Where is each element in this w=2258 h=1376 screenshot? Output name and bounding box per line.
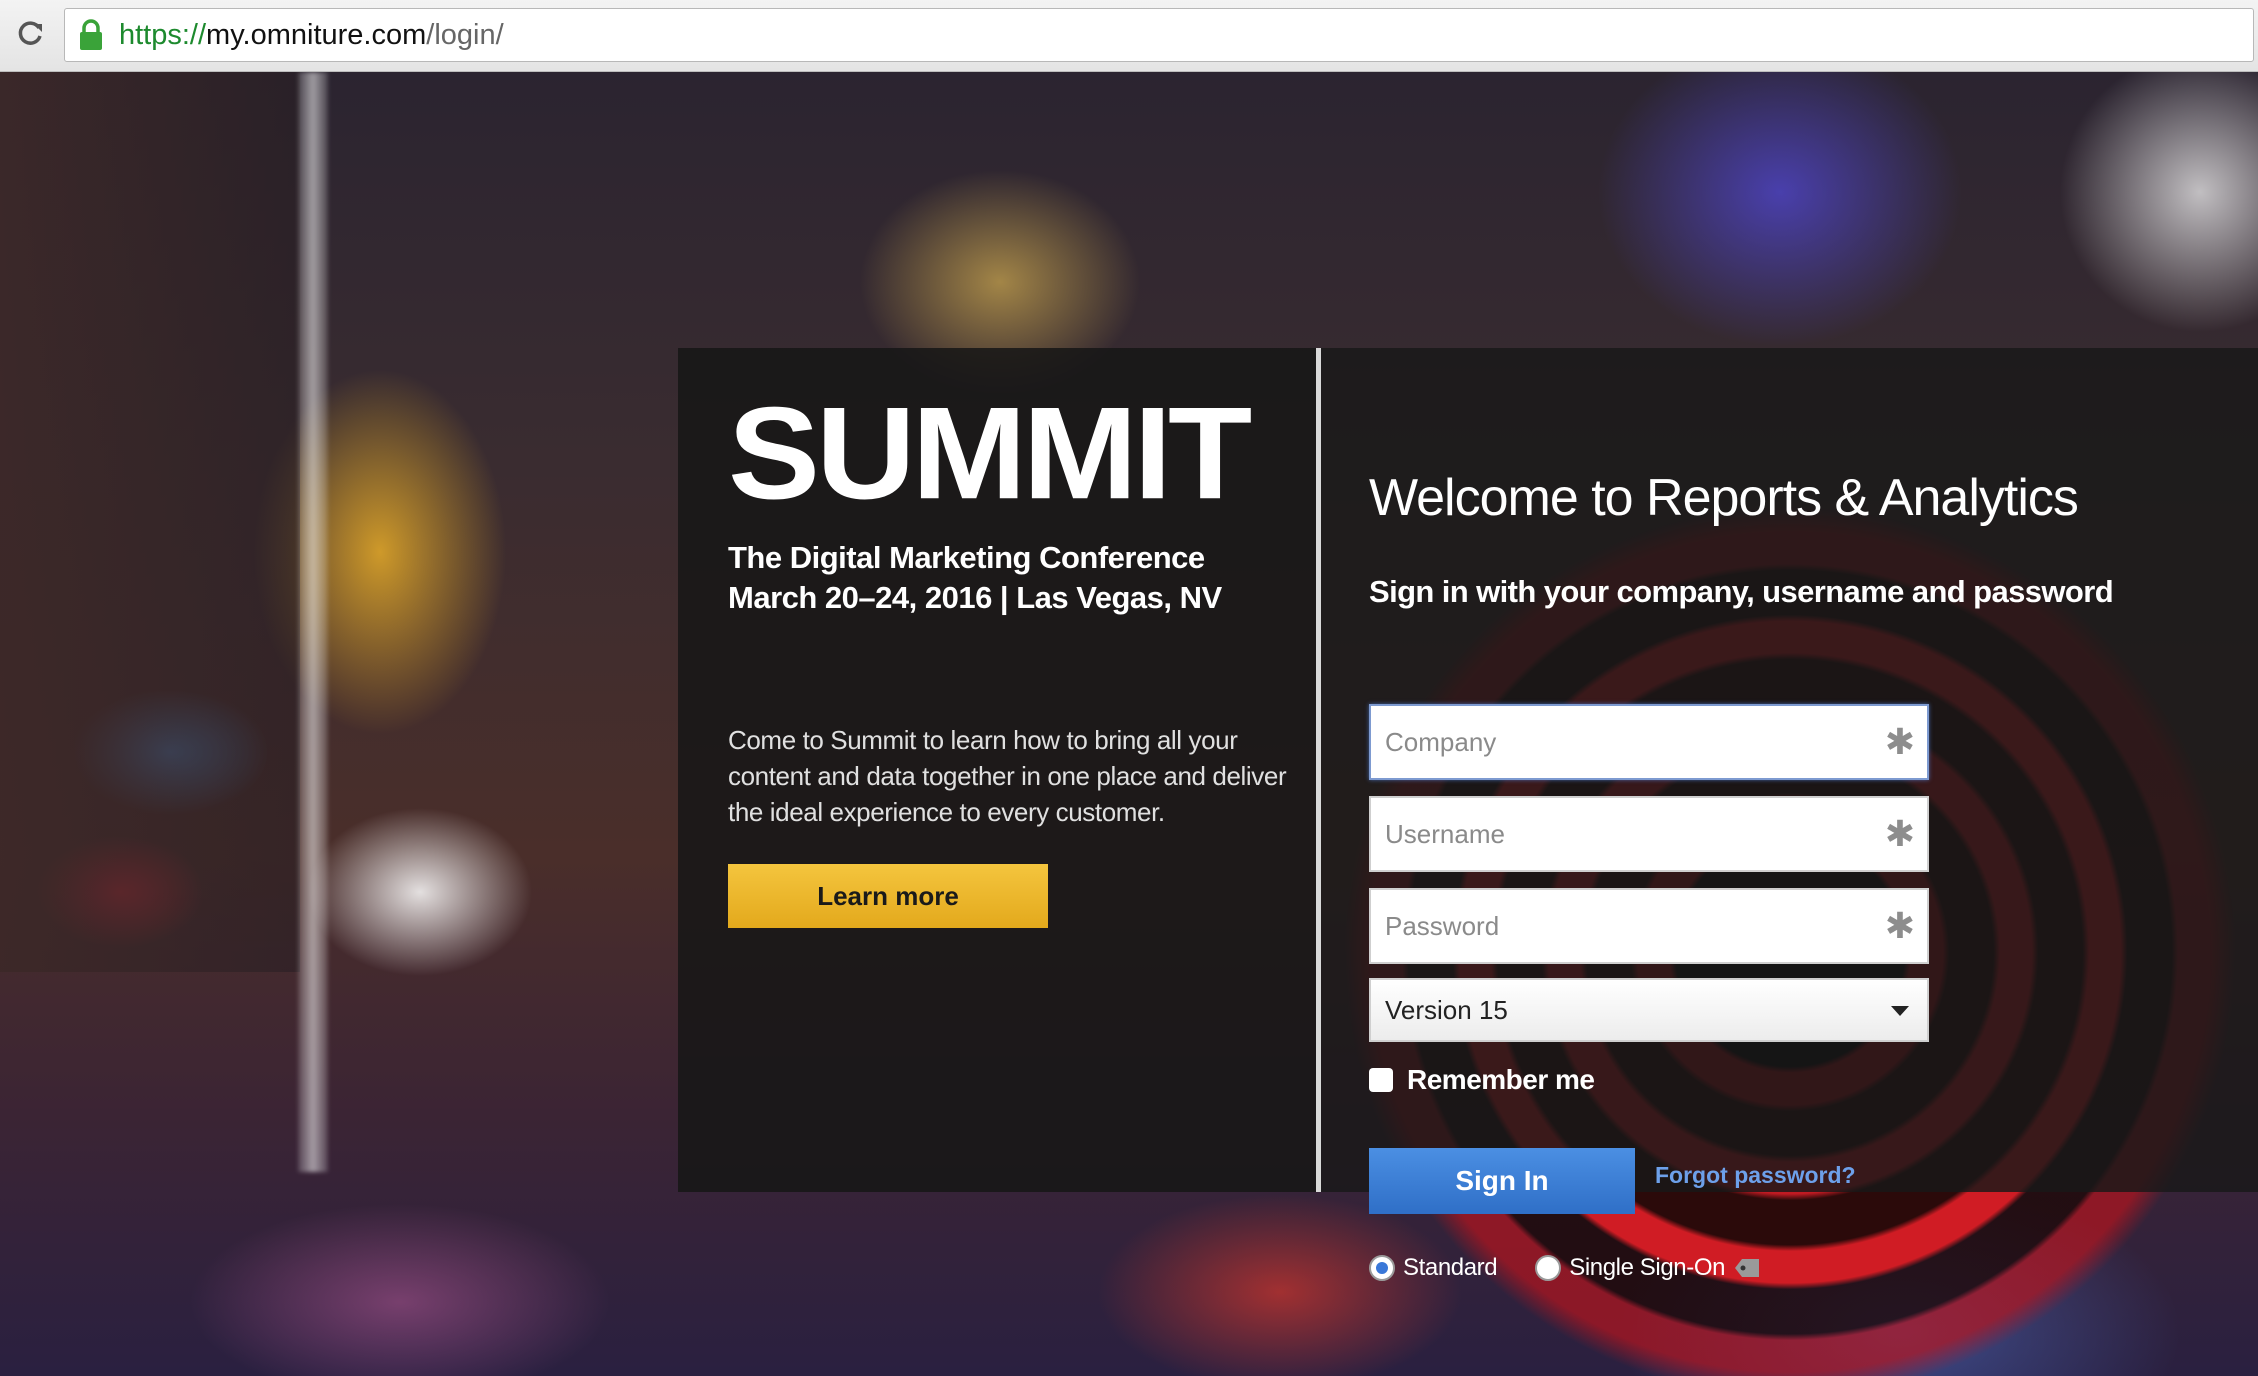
version-select[interactable]: Version 15 (1369, 978, 1929, 1042)
summit-logo: SUMMIT (728, 380, 1252, 527)
background-lamp-post (298, 72, 328, 1172)
conference-date-location: March 20–24, 2016 | Las Vegas, NV (728, 580, 1222, 615)
reload-icon[interactable] (10, 14, 50, 54)
radio-single-sign-on-label: Single Sign-On (1569, 1254, 1726, 1281)
background-building (0, 72, 300, 972)
password-input[interactable] (1371, 890, 1927, 962)
company-input[interactable] (1371, 706, 1927, 778)
conference-description: Come to Summit to learn how to bring all… (728, 725, 1287, 827)
signin-instructions: Sign in with your company, username and … (1369, 574, 2114, 609)
url-path: /login/ (426, 18, 504, 51)
required-asterisk-icon: ✱ (1884, 905, 1915, 946)
conference-name: The Digital Marketing Conference (728, 540, 1205, 575)
forgot-password-link[interactable]: Forgot password? (1655, 1162, 1856, 1189)
conference-info: The Digital Marketing Conference March 2… (728, 538, 1222, 618)
page-background: SUMMIT The Digital Marketing Conference … (0, 72, 2258, 1376)
remember-me-row: Remember me (1369, 1064, 1595, 1096)
radio-standard-label: Standard (1403, 1254, 1498, 1281)
chevron-down-icon (1891, 1006, 1909, 1016)
username-field[interactable]: ✱ (1369, 796, 1929, 872)
version-select-value: Version 15 (1385, 994, 1508, 1025)
summit-promo-panel: SUMMIT The Digital Marketing Conference … (678, 348, 1316, 1192)
radio-single-sign-on[interactable] (1535, 1255, 1562, 1281)
login-panel: Welcome to Reports & Analytics Sign in w… (1321, 348, 2258, 1281)
info-tag-icon[interactable] (1735, 1259, 1760, 1277)
password-field[interactable]: ✱ (1369, 888, 1929, 964)
lock-icon (80, 19, 102, 50)
url-text: https://my.omniture.com/login/ (119, 19, 504, 52)
url-scheme: https:// (119, 18, 207, 51)
address-bar[interactable]: https://my.omniture.com/login/ (64, 8, 2254, 62)
url-host: my.omniture.com (206, 18, 427, 51)
radio-standard[interactable] (1369, 1255, 1395, 1281)
required-asterisk-icon: ✱ (1884, 721, 1915, 762)
username-input[interactable] (1371, 798, 1927, 870)
sign-in-button[interactable]: Sign In (1369, 1148, 1635, 1214)
required-asterisk-icon: ✱ (1884, 813, 1915, 854)
page-title: Welcome to Reports & Analytics (1369, 469, 2079, 527)
auth-method-group: Standard Single Sign-On (1369, 1254, 1760, 1282)
remember-me-checkbox[interactable] (1369, 1068, 1393, 1092)
learn-more-button[interactable]: Learn more (728, 864, 1048, 928)
remember-me-label: Remember me (1407, 1064, 1595, 1095)
browser-toolbar: https://my.omniture.com/login/ (0, 0, 2258, 72)
company-field[interactable]: ✱ (1369, 704, 1929, 780)
